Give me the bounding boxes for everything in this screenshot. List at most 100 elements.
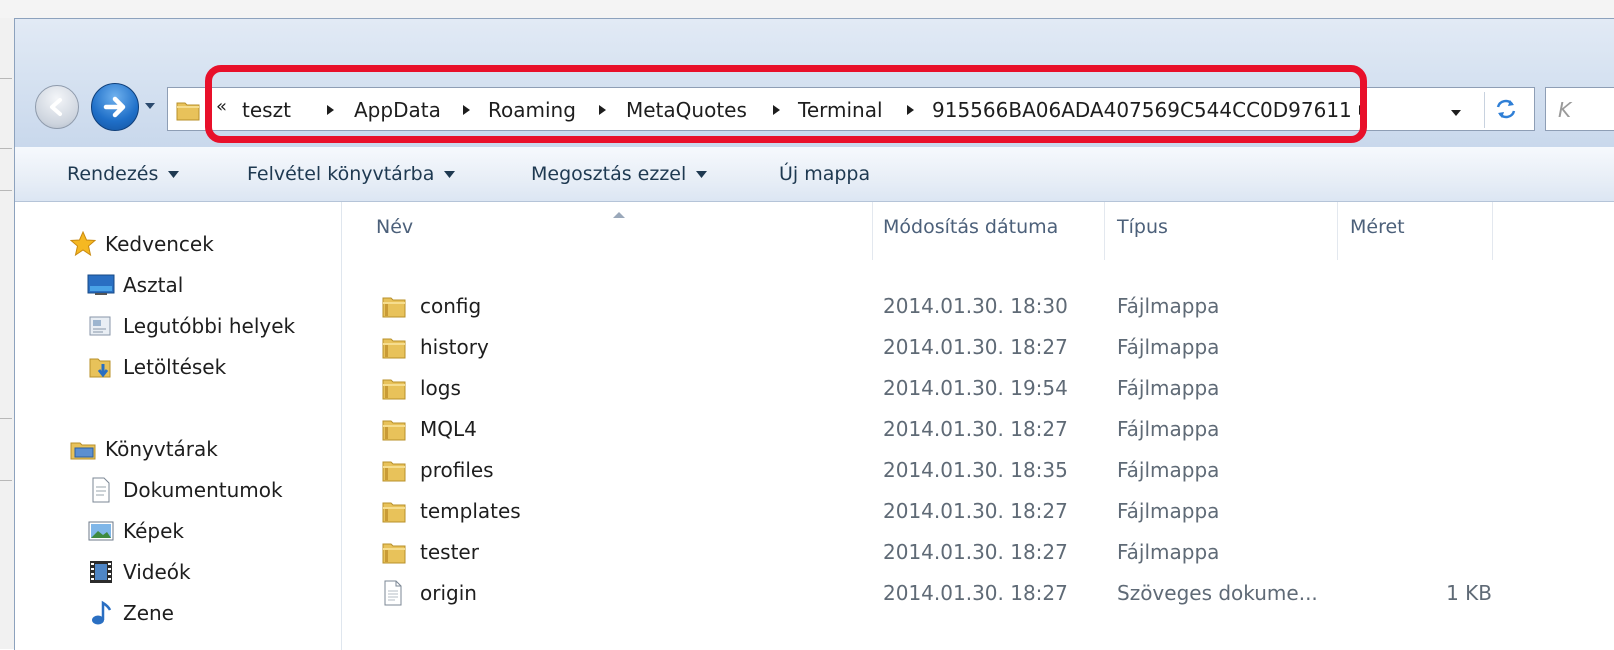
nav-item-downloads[interactable]: Letöltések xyxy=(87,352,226,382)
breadcrumb-roaming[interactable]: Roaming xyxy=(488,98,576,122)
address-divider xyxy=(1484,92,1485,128)
nav-label: Dokumentumok xyxy=(123,478,283,502)
column-divider[interactable] xyxy=(1337,202,1338,260)
recent-pages-button[interactable] xyxy=(143,99,157,113)
organize-button[interactable]: Rendezés xyxy=(67,161,180,187)
column-divider[interactable] xyxy=(1492,202,1493,260)
file-date: 2014.01.30. 18:27 xyxy=(883,417,1068,441)
file-row[interactable]: templates 2014.01.30. 18:27 Fájlmappa xyxy=(342,491,1614,531)
file-name: origin xyxy=(420,581,477,605)
address-bar[interactable]: « teszt AppData Roaming MetaQuotes Termi… xyxy=(167,87,1535,131)
file-name-cell[interactable]: logs xyxy=(382,375,461,401)
navigation-pane: Kedvencek Asztal Legutóbbi helyek Letölt… xyxy=(15,202,342,650)
text-file-icon xyxy=(382,580,410,606)
file-name-cell[interactable]: MQL4 xyxy=(382,416,477,442)
file-size xyxy=(1412,375,1492,401)
navigation-bar: « teszt AppData Roaming MetaQuotes Termi… xyxy=(15,19,1614,147)
file-type: Fájlmappa xyxy=(1117,458,1220,482)
file-type: Fájlmappa xyxy=(1117,540,1220,564)
file-name: config xyxy=(420,294,482,318)
chevron-right-icon[interactable] xyxy=(906,98,915,122)
file-size xyxy=(1412,457,1492,483)
file-name-cell[interactable]: config xyxy=(382,293,481,319)
file-row[interactable]: tester 2014.01.30. 18:27 Fájlmappa xyxy=(342,532,1614,572)
nav-item-libraries[interactable]: Könyvtárak xyxy=(69,434,218,464)
file-name-cell[interactable]: templates xyxy=(382,498,521,524)
pictures-icon xyxy=(87,518,115,544)
address-history-dropdown[interactable] xyxy=(1450,102,1462,121)
arrow-left-icon xyxy=(50,98,62,116)
chevron-right-icon[interactable] xyxy=(1358,98,1367,122)
file-name-cell[interactable]: origin xyxy=(382,580,477,606)
column-header-modified[interactable]: Módosítás dátuma xyxy=(883,216,1058,242)
star-icon xyxy=(69,231,97,257)
back-button[interactable] xyxy=(35,85,79,129)
file-name-cell[interactable]: profiles xyxy=(382,457,494,483)
nav-item-music[interactable]: Zene xyxy=(87,598,174,628)
chevron-down-icon xyxy=(145,103,155,109)
nav-item-videos[interactable]: Videók xyxy=(87,557,191,587)
organize-label: Rendezés xyxy=(67,163,159,185)
documents-icon xyxy=(87,477,115,503)
refresh-button[interactable] xyxy=(1494,98,1518,124)
background-tick xyxy=(0,190,12,191)
background-tick xyxy=(0,480,12,481)
breadcrumb-terminal-id[interactable]: 915566BA06ADA407569C544CC0D97611 xyxy=(932,98,1352,122)
file-name: MQL4 xyxy=(420,417,477,441)
recent-places-icon xyxy=(87,313,115,339)
folder-icon xyxy=(382,375,410,401)
folder-icon xyxy=(382,293,410,319)
chevron-right-icon[interactable] xyxy=(326,98,335,122)
nav-label: Kedvencek xyxy=(105,232,214,256)
breadcrumb-appdata[interactable]: AppData xyxy=(354,98,441,122)
nav-item-documents[interactable]: Dokumentumok xyxy=(87,475,283,505)
forward-button[interactable] xyxy=(91,83,139,131)
file-name-cell[interactable]: tester xyxy=(382,539,479,565)
column-divider[interactable] xyxy=(872,202,873,260)
column-divider[interactable] xyxy=(1104,202,1105,260)
breadcrumb-terminal[interactable]: Terminal xyxy=(798,98,883,122)
column-header-size[interactable]: Méret xyxy=(1350,216,1405,242)
command-bar: Rendezés Felvétel könyvtárba Megosztás e… xyxy=(15,147,1614,202)
nav-label: Zene xyxy=(123,601,174,625)
file-date: 2014.01.30. 19:54 xyxy=(883,376,1068,400)
file-row[interactable]: logs 2014.01.30. 19:54 Fájlmappa xyxy=(342,368,1614,408)
new-folder-button[interactable]: Új mappa xyxy=(779,161,870,187)
nav-item-favorites[interactable]: Kedvencek xyxy=(69,229,214,259)
share-with-button[interactable]: Megosztás ezzel xyxy=(531,161,708,187)
chevron-down-icon xyxy=(1451,110,1461,116)
folder-icon xyxy=(382,498,410,524)
folder-icon xyxy=(176,99,200,125)
nav-item-recent-places[interactable]: Legutóbbi helyek xyxy=(87,311,295,341)
file-row[interactable]: MQL4 2014.01.30. 18:27 Fájlmappa xyxy=(342,409,1614,449)
search-placeholder: K xyxy=(1558,98,1572,122)
explorer-window: « teszt AppData Roaming MetaQuotes Termi… xyxy=(14,18,1614,650)
chevron-right-icon[interactable] xyxy=(598,98,607,122)
column-header-type[interactable]: Típus xyxy=(1117,216,1168,242)
nav-label: Könyvtárak xyxy=(105,437,218,461)
nav-item-pictures[interactable]: Képek xyxy=(87,516,184,546)
include-in-library-button[interactable]: Felvétel könyvtárba xyxy=(247,161,456,187)
background-tick xyxy=(0,418,12,419)
chevron-right-icon[interactable] xyxy=(772,98,781,122)
file-name-cell[interactable]: history xyxy=(382,334,489,360)
file-size xyxy=(1412,416,1492,442)
file-row[interactable]: history 2014.01.30. 18:27 Fájlmappa xyxy=(342,327,1614,367)
file-size xyxy=(1412,498,1492,524)
file-date: 2014.01.30. 18:27 xyxy=(883,335,1068,359)
file-row[interactable]: profiles 2014.01.30. 18:35 Fájlmappa xyxy=(342,450,1614,490)
search-input[interactable]: K xyxy=(1545,87,1614,131)
sort-ascending-icon xyxy=(612,204,626,223)
background-tick xyxy=(0,148,12,149)
file-row[interactable]: origin 2014.01.30. 18:27 Szöveges dokume..… xyxy=(342,573,1614,613)
new-folder-label: Új mappa xyxy=(779,163,871,185)
file-row[interactable]: config 2014.01.30. 18:30 Fájlmappa xyxy=(342,286,1614,326)
breadcrumb-metaquotes[interactable]: MetaQuotes xyxy=(626,98,747,122)
chevron-right-icon[interactable] xyxy=(462,98,471,122)
breadcrumb-teszt[interactable]: teszt xyxy=(242,98,291,122)
column-header-name[interactable]: Név xyxy=(376,216,413,242)
file-type: Fájlmappa xyxy=(1117,294,1220,318)
breadcrumb-overflow[interactable]: « xyxy=(216,96,227,117)
nav-item-desktop[interactable]: Asztal xyxy=(87,270,183,300)
file-name: templates xyxy=(420,499,521,523)
